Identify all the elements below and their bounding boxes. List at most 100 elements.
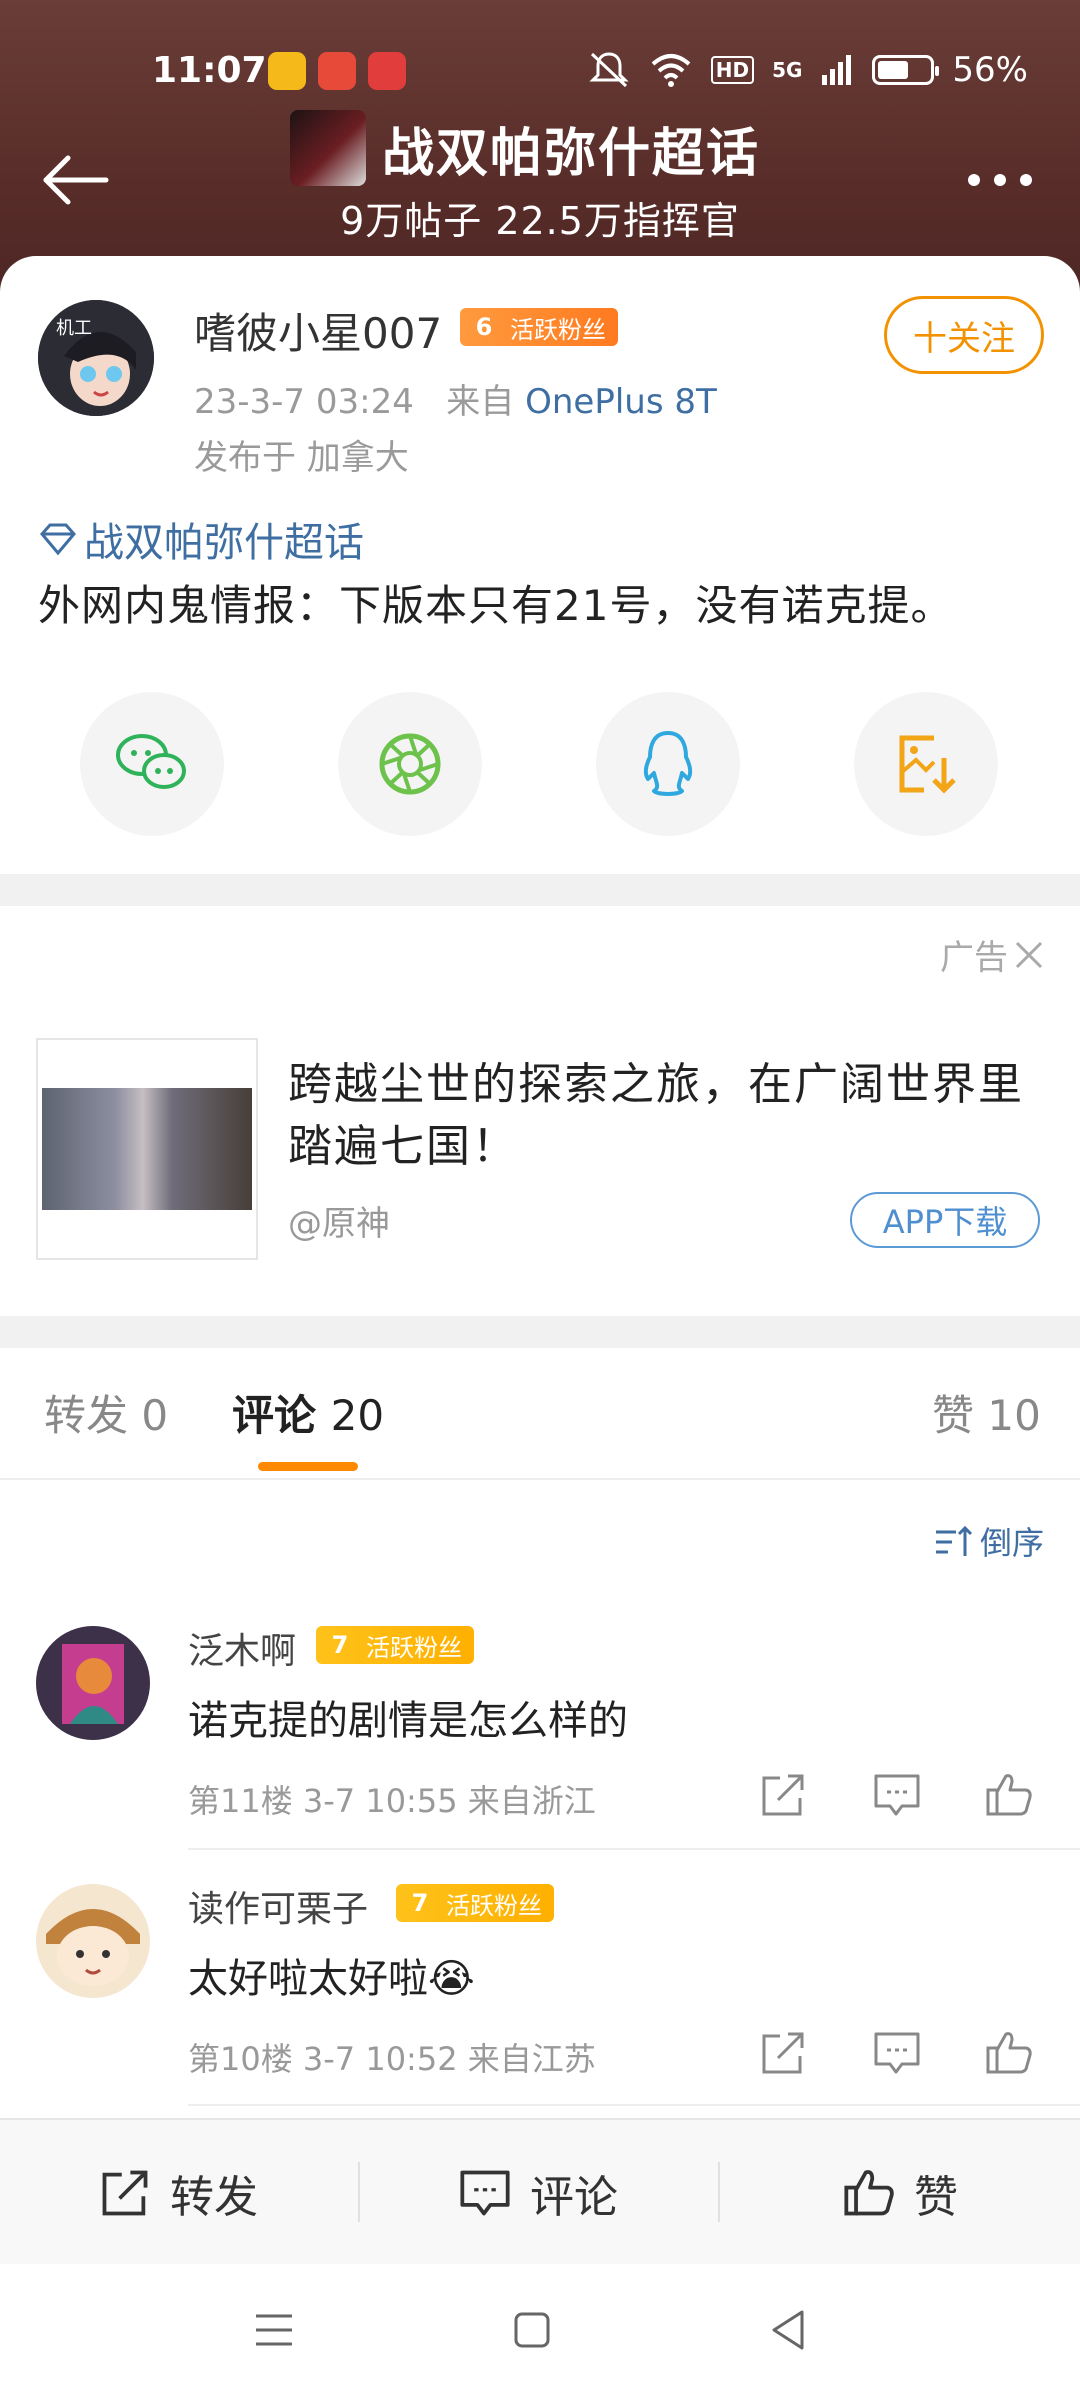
commenter-avatar[interactable] bbox=[36, 1884, 150, 1998]
tabs-divider bbox=[0, 1478, 1080, 1480]
hd-icon: HD bbox=[710, 56, 755, 84]
post-location: 发布于 加拿大 bbox=[194, 438, 409, 478]
save-image-icon bbox=[899, 735, 956, 794]
fan-level: 7 bbox=[411, 1889, 429, 1917]
author-avatar[interactable]: 机工 bbox=[38, 300, 154, 416]
status-time: 11:07 bbox=[152, 50, 267, 91]
system-navigation-bar bbox=[0, 2264, 1080, 2400]
ad-thumbnail[interactable] bbox=[36, 1038, 258, 1260]
qq-icon bbox=[643, 731, 693, 796]
save-image-button[interactable] bbox=[854, 692, 998, 836]
fan-level: 6 bbox=[475, 313, 493, 341]
sort-label: 倒序 bbox=[979, 1524, 1044, 1562]
app-notification-icon bbox=[318, 52, 356, 90]
post-device[interactable]: OnePlus 8T bbox=[525, 382, 717, 422]
topic-label: 战双帕弥什超话 bbox=[84, 520, 364, 566]
tab-like-count: 10 bbox=[987, 1391, 1041, 1440]
ad-title[interactable]: 跨越尘世的探索之旅，在广阔世界里踏遍七国！ bbox=[288, 1054, 1028, 1178]
share-qq-button[interactable] bbox=[596, 692, 740, 836]
network-label: 5G bbox=[772, 58, 803, 82]
moments-icon bbox=[379, 733, 441, 795]
post-time: 23-3-7 03:24 bbox=[194, 382, 414, 422]
tab-comment[interactable]: 评论 20 bbox=[232, 1382, 384, 1443]
crying-emoji-icon: 😭 bbox=[428, 1956, 475, 2002]
comment-text: 太好啦太好啦😭 bbox=[188, 1946, 475, 2004]
ad-label[interactable]: 广告 bbox=[940, 930, 1044, 979]
bottom-action-bar: 转发 评论 赞 bbox=[0, 2118, 1080, 2264]
tab-repost-label: 转发 bbox=[44, 1391, 129, 1440]
comment-separator bbox=[188, 2104, 1080, 2106]
commenter-name[interactable]: 读作可栗子 bbox=[188, 1880, 368, 1932]
tab-like-label: 赞 bbox=[932, 1391, 975, 1440]
like-icon bbox=[844, 2170, 894, 2216]
svg-text:机工: 机工 bbox=[56, 318, 92, 339]
comment-meta: 第10楼 3-7 10:52 来自江苏 bbox=[188, 2040, 596, 2078]
battery-percent: 56% bbox=[952, 50, 1028, 90]
post-meta: 23-3-7 03:24 来自 OnePlus 8T bbox=[194, 374, 717, 423]
tab-like[interactable]: 赞 10 bbox=[932, 1382, 1041, 1443]
like-icon[interactable] bbox=[984, 2028, 1034, 2078]
ad-source: @原神 bbox=[288, 1204, 390, 1244]
fan-badge-text: 活跃粉丝 bbox=[510, 315, 606, 344]
section-divider bbox=[0, 874, 1080, 906]
fan-badge: 7 活跃粉丝 bbox=[316, 1626, 474, 1664]
home-icon[interactable] bbox=[512, 2310, 552, 2350]
sort-toggle[interactable]: 倒序 bbox=[934, 1518, 1044, 1564]
comment-separator bbox=[188, 1848, 1080, 1850]
repost-button[interactable]: 转发 bbox=[98, 2120, 258, 2266]
fan-level: 7 bbox=[331, 1631, 349, 1659]
commenter-avatar[interactable] bbox=[36, 1626, 150, 1740]
topic-link[interactable]: 战双帕弥什超话 bbox=[38, 510, 364, 568]
share-wechat-button[interactable] bbox=[80, 692, 224, 836]
tab-repost-count: 0 bbox=[141, 1391, 169, 1440]
ad-image bbox=[42, 1088, 252, 1210]
supertopic-logo bbox=[290, 110, 366, 186]
weibo-notification-icon bbox=[268, 52, 306, 90]
comment-text: 诺克提的剧情是怎么样的 bbox=[188, 1698, 628, 1744]
fan-badge: 6 活跃粉丝 bbox=[460, 308, 618, 346]
signal-icon bbox=[822, 55, 852, 85]
menu-icon[interactable] bbox=[252, 2310, 296, 2350]
wechat-icon bbox=[116, 734, 186, 789]
fan-badge: 7 活跃粉丝 bbox=[396, 1884, 554, 1922]
tab-indicator bbox=[258, 1462, 358, 1471]
mute-icon bbox=[589, 52, 629, 88]
wifi-icon bbox=[651, 54, 691, 87]
supertopic-header[interactable]: 战双帕弥什超话 bbox=[290, 110, 760, 186]
comment-icon bbox=[460, 2170, 510, 2216]
close-icon[interactable] bbox=[1014, 940, 1044, 970]
diamond-icon bbox=[40, 523, 76, 556]
share-moments-button[interactable] bbox=[338, 692, 482, 836]
supertopic-stats: 9万帖子 22.5万指挥官 bbox=[340, 199, 740, 243]
status-right: HD 5G 56% bbox=[587, 50, 1028, 90]
repost-label: 转发 bbox=[170, 2172, 258, 2223]
commenter-name[interactable]: 泛木啊 bbox=[188, 1622, 296, 1674]
tab-comment-label: 评论 bbox=[232, 1391, 317, 1440]
more-options-icon[interactable] bbox=[960, 155, 1040, 205]
repost-icon[interactable] bbox=[758, 2028, 808, 2078]
app-download-button[interactable]: APP下载 bbox=[850, 1192, 1040, 1248]
tab-comment-count: 20 bbox=[330, 1391, 385, 1440]
repost-icon[interactable] bbox=[758, 1770, 808, 1820]
like-label: 赞 bbox=[914, 2172, 958, 2223]
bar-separator bbox=[718, 2162, 720, 2222]
comment-label: 评论 bbox=[530, 2172, 618, 2223]
fan-badge-text: 活跃粉丝 bbox=[366, 1633, 462, 1662]
back-icon[interactable] bbox=[768, 2308, 808, 2352]
comment-icon[interactable] bbox=[872, 2028, 922, 2078]
tab-repost[interactable]: 转发 0 bbox=[44, 1382, 168, 1443]
comment-meta: 第11楼 3-7 10:55 来自浙江 bbox=[188, 1782, 596, 1820]
repost-icon bbox=[102, 2170, 148, 2216]
section-divider bbox=[0, 1316, 1080, 1348]
like-icon[interactable] bbox=[984, 1770, 1034, 1820]
follow-button[interactable]: 十关注 bbox=[884, 296, 1044, 374]
bar-separator bbox=[358, 2162, 360, 2222]
sort-icon bbox=[935, 1525, 973, 1556]
comment-icon[interactable] bbox=[872, 1770, 922, 1820]
ad-label-text: 广告 bbox=[940, 938, 1008, 978]
app-notification-icon bbox=[368, 52, 406, 90]
comment-button[interactable]: 评论 bbox=[458, 2120, 618, 2266]
post-from-prefix: 来自 bbox=[446, 382, 515, 422]
like-button[interactable]: 赞 bbox=[842, 2120, 958, 2266]
author-name[interactable]: 嗜彼小星007 bbox=[194, 300, 442, 361]
